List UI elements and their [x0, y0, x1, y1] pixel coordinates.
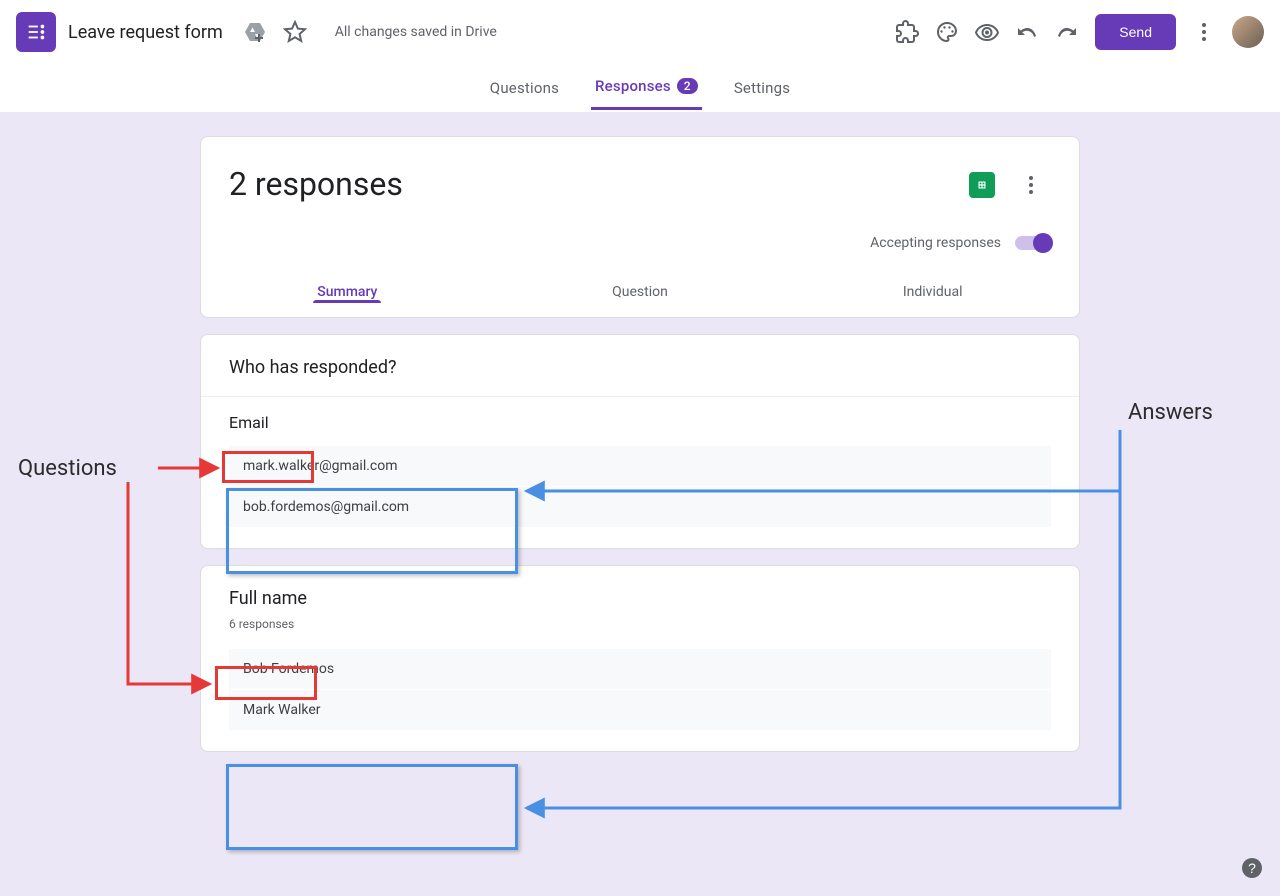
account-avatar[interactable]: [1232, 16, 1264, 48]
email-question-label: Email: [201, 397, 1079, 442]
tab-responses-label: Responses: [595, 77, 671, 95]
responses-summary-card: 2 responses Accepting responses Summary …: [200, 136, 1080, 318]
annotation-box-fullname: [215, 666, 317, 700]
redo-button[interactable]: [1047, 12, 1087, 52]
theme-button[interactable]: [927, 12, 967, 52]
tab-settings[interactable]: Settings: [730, 67, 794, 109]
list-item: Mark Walker: [229, 690, 1051, 731]
tab-questions[interactable]: Questions: [486, 67, 563, 109]
header-bar: Leave request form All changes saved in …: [0, 0, 1280, 64]
annotation-box-fullname-answers: [226, 764, 518, 850]
accepting-responses-toggle[interactable]: [1015, 236, 1051, 250]
annotation-box-email: [222, 451, 314, 483]
more-options-button[interactable]: [1184, 12, 1224, 52]
responses-more-options-button[interactable]: [1011, 165, 1051, 205]
responses-badge: 2: [677, 78, 698, 94]
accepting-responses-label: Accepting responses: [870, 235, 1001, 251]
list-item: Bob Fordemos: [229, 649, 1051, 690]
undo-button[interactable]: [1007, 12, 1047, 52]
fullname-response-list: Bob Fordemos Mark Walker: [201, 645, 1079, 751]
responses-view-tabs: Summary Question Individual: [201, 267, 1079, 317]
responses-tab-individual[interactable]: Individual: [786, 268, 1079, 317]
annotation-box-email-answers: [226, 488, 518, 574]
fullname-responses-count: 6 responses: [201, 615, 1079, 645]
form-tabs: Questions Responses 2 Settings: [0, 64, 1280, 112]
addons-button[interactable]: [887, 12, 927, 52]
create-spreadsheet-button[interactable]: [969, 172, 995, 198]
responses-count-heading: 2 responses: [229, 165, 403, 203]
responses-tab-summary-label: Summary: [317, 284, 377, 300]
star-button[interactable]: [275, 12, 315, 52]
content-area: 2 responses Accepting responses Summary …: [0, 112, 1280, 896]
list-item: mark.walker@gmail.com: [229, 446, 1051, 487]
preview-button[interactable]: [967, 12, 1007, 52]
responses-tab-summary[interactable]: Summary: [201, 268, 494, 317]
fullname-card: Full name 6 responses Bob Fordemos Mark …: [200, 565, 1080, 752]
responses-tab-question[interactable]: Question: [494, 268, 787, 317]
svg-text:?: ?: [1248, 860, 1256, 876]
form-title[interactable]: Leave request form: [68, 22, 223, 43]
who-responded-title: Who has responded?: [201, 335, 1079, 397]
tab-responses[interactable]: Responses 2: [591, 65, 702, 110]
help-button[interactable]: ?: [1240, 856, 1264, 880]
move-to-drive-button[interactable]: [235, 12, 275, 52]
send-button[interactable]: Send: [1095, 14, 1176, 50]
save-status: All changes saved in Drive: [335, 24, 497, 40]
forms-logo-icon[interactable]: [16, 12, 56, 52]
